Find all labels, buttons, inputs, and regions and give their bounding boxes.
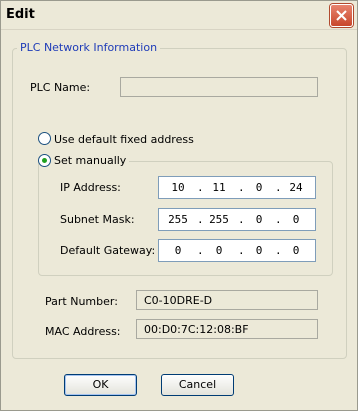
subnet-dot: . [275,213,282,226]
part-number-label: Part Number: [45,295,118,308]
gateway-dot: . [275,244,282,257]
gateway-dot: . [197,244,204,257]
gateway-dot: . [238,244,245,257]
ip-address-input[interactable]: 10 . 11 . 0 . 24 [158,176,316,199]
ip-octet-3[interactable]: 0 [246,181,272,194]
subnet-octet-4[interactable]: 0 [283,213,309,226]
cancel-button[interactable]: Cancel [161,374,234,396]
subnet-octet-1[interactable]: 255 [165,213,191,226]
subnet-mask-label: Subnet Mask: [60,213,135,226]
mac-address-label: MAC Address: [45,325,121,338]
set-manually-label[interactable]: Set manually [51,154,130,167]
edit-dialog: Edit PLC Network Information PLC Name: U… [0,0,358,411]
ip-octet-1[interactable]: 10 [165,181,191,194]
gateway-octet-1[interactable]: 0 [165,244,191,257]
subnet-octet-3[interactable]: 0 [246,213,272,226]
title-bar[interactable]: Edit [1,1,357,30]
default-address-label[interactable]: Use default fixed address [54,133,194,146]
dialog-title: Edit [6,7,35,22]
radio-selected-dot [42,158,47,163]
ok-button[interactable]: OK [64,374,137,396]
ip-octet-2[interactable]: 11 [206,181,232,194]
close-button[interactable] [330,4,353,27]
close-icon [336,10,347,21]
ip-dot: . [197,181,204,194]
subnet-octet-2[interactable]: 255 [206,213,232,226]
ip-dot: . [275,181,282,194]
gateway-octet-2[interactable]: 0 [206,244,232,257]
gateway-octet-4[interactable]: 0 [283,244,309,257]
radio-set-manually[interactable] [38,154,51,167]
subnet-dot: . [238,213,245,226]
mac-address-field: 00:D0:7C:12:08:BF [136,319,318,339]
part-number-field: C0-10DRE-D [136,290,318,310]
plc-name-label: PLC Name: [30,81,91,94]
ip-dot: . [238,181,245,194]
ip-octet-4[interactable]: 24 [283,181,309,194]
gateway-octet-3[interactable]: 0 [246,244,272,257]
ip-address-label: IP Address: [60,181,121,194]
default-gateway-input[interactable]: 0 . 0 . 0 . 0 [158,239,316,262]
subnet-mask-input[interactable]: 255 . 255 . 0 . 0 [158,208,316,231]
subnet-dot: . [197,213,204,226]
plc-name-field[interactable] [120,77,318,97]
default-gateway-label: Default Gateway: [60,244,156,257]
radio-default-address[interactable] [38,132,51,145]
plc-network-legend: PLC Network Information [17,41,161,54]
